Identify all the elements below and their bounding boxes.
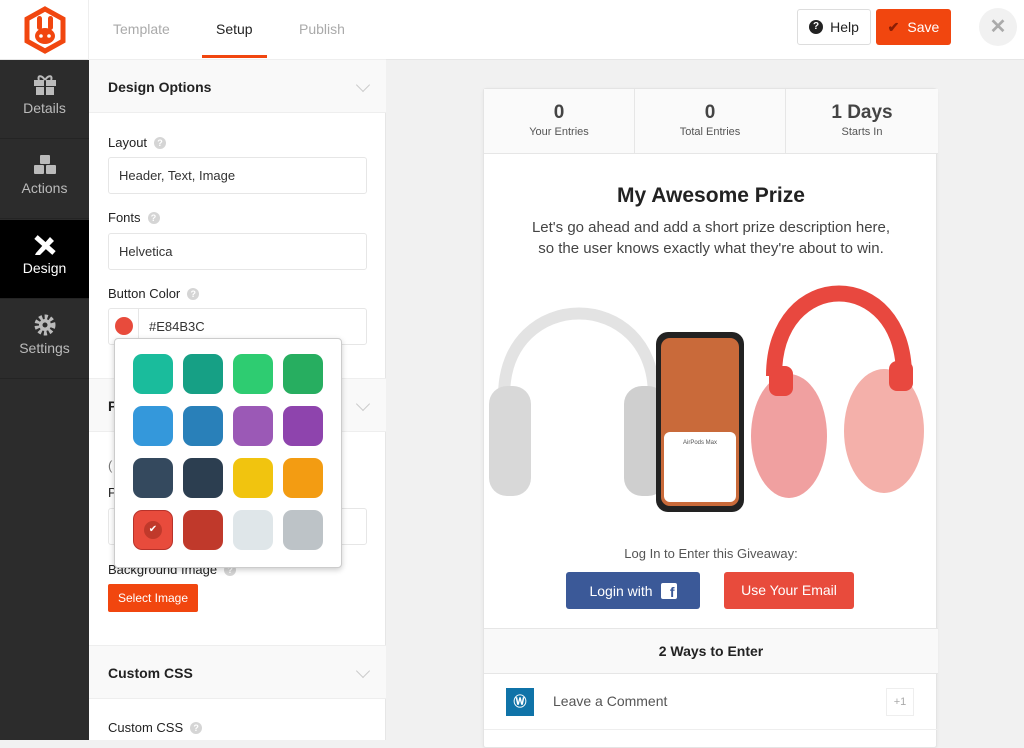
fb-label: Login with xyxy=(589,582,653,599)
email-login-button[interactable]: Use Your Email xyxy=(724,572,854,609)
prize-image: AirPods Max xyxy=(489,285,924,512)
section-title: Custom CSS xyxy=(108,665,193,681)
entry-points-badge: +1 xyxy=(886,688,914,716)
color-swatch[interactable] xyxy=(283,406,323,446)
save-button[interactable]: ✔ Save xyxy=(876,9,951,45)
help-icon[interactable]: ? xyxy=(154,136,167,149)
layout-label: Layout? xyxy=(108,135,167,150)
chevron-down-icon xyxy=(355,77,371,93)
color-swatch[interactable] xyxy=(283,458,323,498)
facebook-icon: f xyxy=(660,582,677,600)
sidebar-label: Actions xyxy=(21,180,68,196)
wordpress-icon: Ⓦ xyxy=(506,688,534,716)
custom-css-label: Custom CSS? xyxy=(108,720,203,735)
ways-to-enter-header: 2 Ways to Enter xyxy=(484,628,938,674)
custom-css-section[interactable]: Custom CSS xyxy=(89,645,386,699)
color-swatch[interactable] xyxy=(233,354,273,394)
layout-select[interactable]: Header, Text, Image xyxy=(108,157,367,194)
help-icon[interactable]: ? xyxy=(190,721,203,734)
stat-starts-in: 1 Days Starts In xyxy=(786,89,938,154)
sidebar-item-design[interactable]: Design xyxy=(0,220,89,299)
gear-icon xyxy=(34,314,55,336)
entry-label: Leave a Comment xyxy=(553,693,668,709)
save-label: Save xyxy=(907,19,940,35)
sidebar-label: Design xyxy=(22,260,67,276)
cubes-icon xyxy=(33,155,56,174)
check-icon: ✔ xyxy=(144,521,162,539)
help-button[interactable]: ? Help xyxy=(797,9,871,45)
giveaway-preview: 0 Your Entries 0 Total Entries 1 Days Start… xyxy=(483,88,938,748)
design-options-section[interactable]: Design Options xyxy=(89,59,386,113)
color-swatch[interactable] xyxy=(183,406,223,446)
color-swatch[interactable] xyxy=(233,458,273,498)
color-picker-popover: ✔ xyxy=(114,338,342,568)
entry-leave-comment[interactable]: Ⓦ Leave a Comment +1 xyxy=(484,674,938,730)
check-icon: ✔ xyxy=(887,18,900,35)
select-image-button[interactable]: Select Image xyxy=(108,584,198,612)
color-swatch[interactable] xyxy=(133,354,173,394)
logo[interactable] xyxy=(0,0,89,60)
stat-total-entries: 0 Total Entries xyxy=(635,89,786,154)
close-icon[interactable]: ✕ xyxy=(979,8,1017,46)
fonts-label: Fonts? xyxy=(108,210,160,225)
login-prompt: Log In to Enter this Giveaway: xyxy=(624,546,798,561)
rabbit-logo-icon xyxy=(24,6,66,54)
hidden-text: ( xyxy=(108,458,113,473)
sidebar: Details Actions Design Settings xyxy=(0,60,89,740)
design-tools-icon xyxy=(33,235,56,255)
help-icon[interactable]: ? xyxy=(187,287,200,300)
prize-title: My Awesome Prize xyxy=(617,184,805,207)
color-swatch[interactable] xyxy=(233,406,273,446)
tab-setup[interactable]: Setup xyxy=(202,0,267,60)
prize-description-1: Let's go ahead and add a short prize des… xyxy=(531,219,891,236)
chevron-down-icon xyxy=(355,396,371,412)
sidebar-item-details[interactable]: Details xyxy=(0,60,89,139)
fonts-select[interactable]: Helvetica xyxy=(108,233,367,270)
color-swatch[interactable] xyxy=(183,458,223,498)
section-title: Design Options xyxy=(108,79,212,95)
help-label: Help xyxy=(830,19,859,35)
phone-caption: AirPods Max xyxy=(683,440,717,446)
facebook-login-button[interactable]: Login with f xyxy=(566,572,700,609)
color-swatch[interactable] xyxy=(183,354,223,394)
question-circle-icon: ? xyxy=(809,20,824,34)
help-icon[interactable]: ? xyxy=(147,211,160,224)
prize-description-2: so the user knows exactly what they're a… xyxy=(538,240,884,257)
color-swatch[interactable] xyxy=(133,458,173,498)
color-swatch[interactable] xyxy=(133,406,173,446)
tab-template[interactable]: Template xyxy=(113,0,170,60)
button-color-label: Button Color? xyxy=(108,286,200,301)
gift-icon xyxy=(33,75,56,95)
chevron-down-icon xyxy=(355,663,371,679)
sidebar-label: Settings xyxy=(19,340,70,356)
color-swatch[interactable] xyxy=(283,510,323,550)
sidebar-label: Details xyxy=(23,100,66,116)
sidebar-item-actions[interactable]: Actions xyxy=(0,140,89,219)
color-swatch[interactable] xyxy=(183,510,223,550)
stat-your-entries: 0 Your Entries xyxy=(484,89,635,154)
color-swatch[interactable] xyxy=(233,510,273,550)
tab-publish[interactable]: Publish xyxy=(299,0,345,60)
sidebar-item-settings[interactable]: Settings xyxy=(0,300,89,379)
color-swatch[interactable] xyxy=(283,354,323,394)
color-swatch[interactable]: ✔ xyxy=(133,510,173,550)
